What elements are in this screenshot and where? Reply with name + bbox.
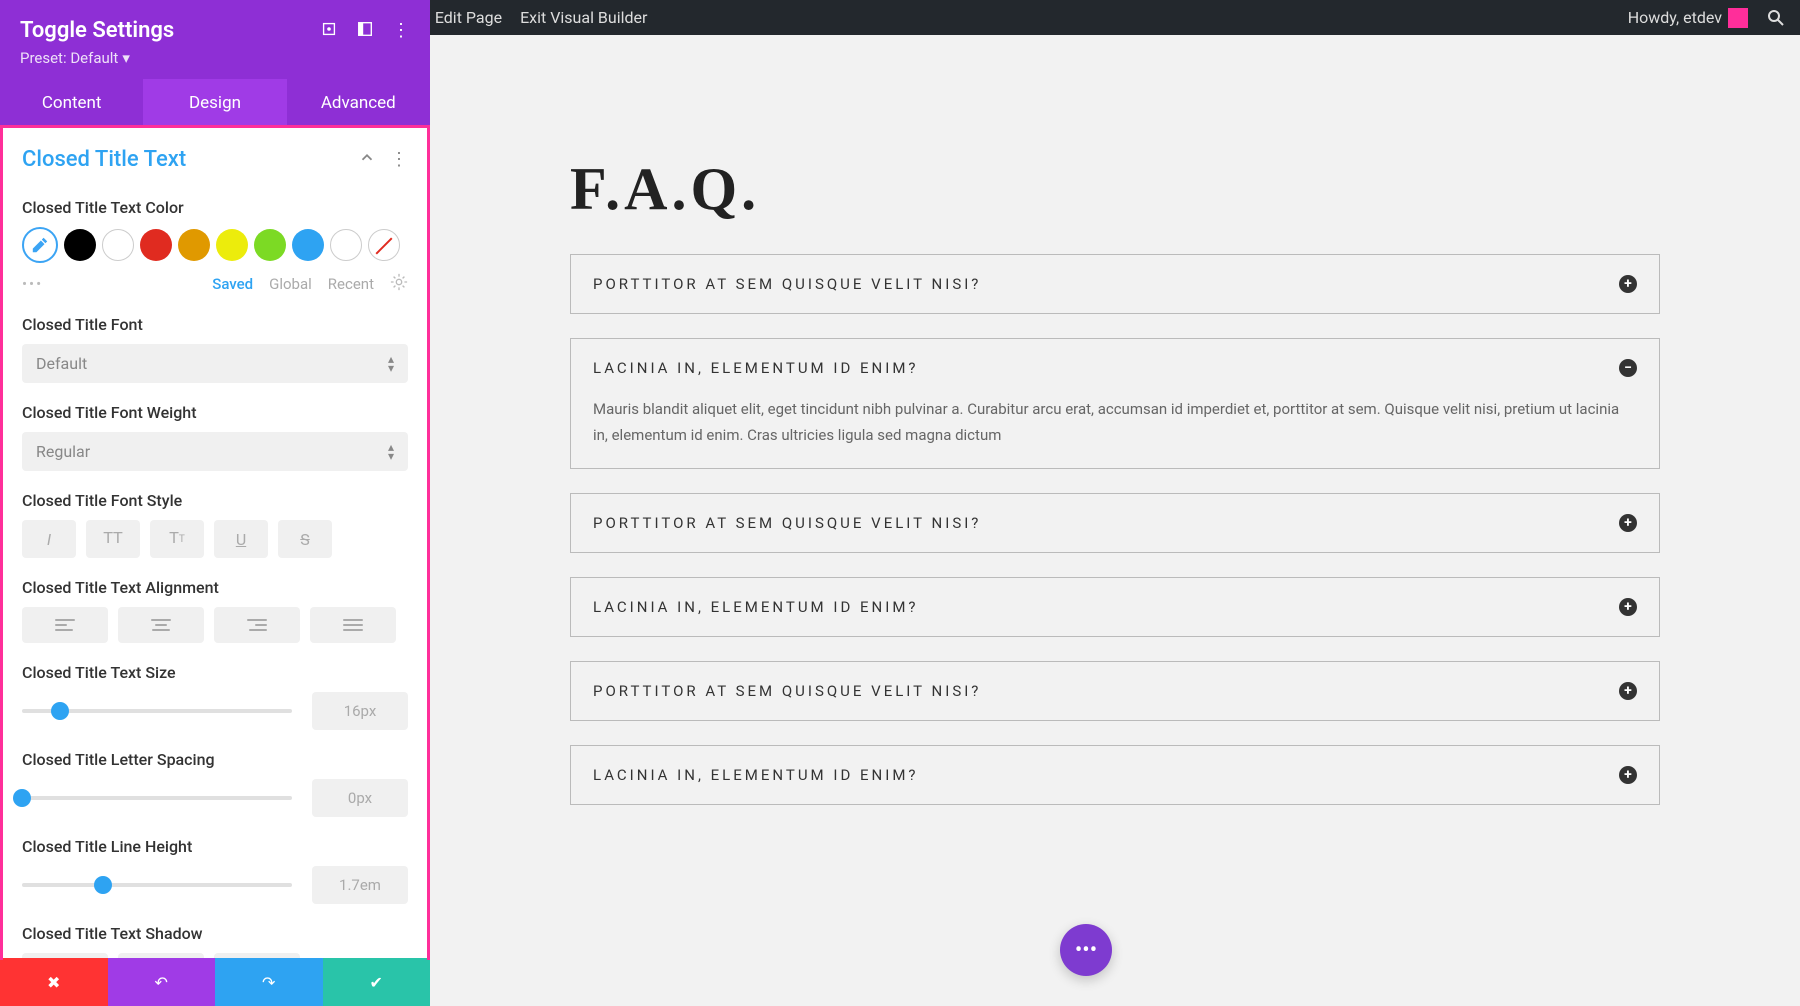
faq-item[interactable]: LACINIA IN, ELEMENTUM ID ENIM? − Mauris b… bbox=[570, 338, 1660, 469]
palette-settings-icon[interactable] bbox=[390, 273, 408, 295]
exit-builder-link[interactable]: Exit Visual Builder bbox=[520, 8, 647, 27]
font-select[interactable]: Default ▴▾ bbox=[22, 344, 408, 383]
palette-tab-global[interactable]: Global bbox=[269, 275, 312, 293]
collapse-icon[interactable] bbox=[358, 149, 376, 171]
align-right-button[interactable] bbox=[214, 607, 300, 643]
font-label: Closed Title Font bbox=[22, 315, 408, 334]
align-left-button[interactable] bbox=[22, 607, 108, 643]
style-smallcaps-button[interactable]: TT bbox=[150, 520, 204, 558]
cancel-button[interactable]: ✖ bbox=[0, 958, 108, 1006]
color-swatch-yellow[interactable] bbox=[216, 229, 248, 261]
faq-item[interactable]: PORTTITOR AT SEM QUISQUE VELIT NISI? + bbox=[570, 493, 1660, 553]
palette-tab-recent[interactable]: Recent bbox=[328, 275, 374, 293]
save-button[interactable]: ✔ bbox=[323, 958, 431, 1006]
style-underline-button[interactable]: U bbox=[214, 520, 268, 558]
section-title[interactable]: Closed Title Text bbox=[22, 147, 186, 172]
color-swatch-orange[interactable] bbox=[178, 229, 210, 261]
more-swatches-icon[interactable]: ••• bbox=[22, 275, 43, 293]
faq-question: LACINIA IN, ELEMENTUM ID ENIM? bbox=[593, 766, 919, 784]
faq-item[interactable]: PORTTITOR AT SEM QUISQUE VELIT NISI? + bbox=[570, 254, 1660, 314]
tab-advanced[interactable]: Advanced bbox=[287, 79, 430, 127]
size-label: Closed Title Text Size bbox=[22, 663, 408, 682]
faq-item[interactable]: LACINIA IN, ELEMENTUM ID ENIM? + bbox=[570, 745, 1660, 805]
preset-selector[interactable]: Preset: Default▾ bbox=[20, 49, 410, 67]
size-value[interactable]: 16px bbox=[312, 692, 408, 730]
spacing-label: Closed Title Letter Spacing bbox=[22, 750, 408, 769]
weight-label: Closed Title Font Weight bbox=[22, 403, 408, 422]
faq-question: PORTTITOR AT SEM QUISQUE VELIT NISI? bbox=[593, 275, 981, 293]
panel-header: Toggle Settings ⋮ Preset: Default▾ bbox=[0, 0, 430, 79]
search-icon[interactable] bbox=[1766, 8, 1786, 28]
style-strikethrough-button[interactable]: S bbox=[278, 520, 332, 558]
color-swatch-black[interactable] bbox=[64, 229, 96, 261]
section-more-icon[interactable]: ⋮ bbox=[390, 149, 408, 171]
howdy-link[interactable]: Howdy, etdev bbox=[1628, 8, 1748, 28]
redo-button[interactable]: ↷ bbox=[215, 958, 323, 1006]
faq-question: LACINIA IN, ELEMENTUM ID ENIM? bbox=[593, 598, 919, 616]
spacing-value[interactable]: 0px bbox=[312, 779, 408, 817]
lineheight-slider[interactable] bbox=[22, 883, 292, 887]
faq-heading: F.A.Q. bbox=[570, 155, 1660, 224]
color-swatch-blue[interactable] bbox=[292, 229, 324, 261]
plus-icon: + bbox=[1619, 514, 1637, 532]
panel-title: Toggle Settings bbox=[20, 18, 174, 43]
faq-question: PORTTITOR AT SEM QUISQUE VELIT NISI? bbox=[593, 514, 981, 532]
size-slider[interactable] bbox=[22, 709, 292, 713]
color-swatch-white[interactable] bbox=[102, 229, 134, 261]
style-label: Closed Title Font Style bbox=[22, 491, 408, 510]
settings-panel: Toggle Settings ⋮ Preset: Default▾ Conte… bbox=[0, 0, 430, 1006]
color-swatch-red[interactable] bbox=[140, 229, 172, 261]
color-label: Closed Title Text Color bbox=[22, 198, 408, 217]
eyedropper-button[interactable] bbox=[22, 227, 58, 263]
plus-icon: + bbox=[1619, 598, 1637, 616]
panel-body: Closed Title Text ⋮ Closed Title Text Co… bbox=[0, 127, 430, 958]
style-italic-button[interactable]: I bbox=[22, 520, 76, 558]
user-avatar-icon bbox=[1728, 8, 1748, 28]
color-swatch-green[interactable] bbox=[254, 229, 286, 261]
tab-design[interactable]: Design bbox=[143, 79, 286, 127]
align-label: Closed Title Text Alignment bbox=[22, 578, 408, 597]
tab-content[interactable]: Content bbox=[0, 79, 143, 127]
align-justify-button[interactable] bbox=[310, 607, 396, 643]
minus-icon: − bbox=[1619, 359, 1637, 377]
lineheight-value[interactable]: 1.7em bbox=[312, 866, 408, 904]
plus-icon: + bbox=[1619, 275, 1637, 293]
faq-item[interactable]: LACINIA IN, ELEMENTUM ID ENIM? + bbox=[570, 577, 1660, 637]
color-swatch-empty[interactable] bbox=[330, 229, 362, 261]
undo-button[interactable]: ↶ bbox=[108, 958, 216, 1006]
preview-area: F.A.Q. PORTTITOR AT SEM QUISQUE VELIT NI… bbox=[430, 35, 1800, 1006]
plus-icon: + bbox=[1619, 766, 1637, 784]
spacing-slider[interactable] bbox=[22, 796, 292, 800]
weight-select[interactable]: Regular ▴▾ bbox=[22, 432, 408, 471]
color-swatch-none[interactable] bbox=[368, 229, 400, 261]
lineheight-label: Closed Title Line Height bbox=[22, 837, 408, 856]
more-icon[interactable]: ⋮ bbox=[392, 20, 410, 42]
dock-icon[interactable] bbox=[356, 20, 374, 42]
style-uppercase-button[interactable]: TT bbox=[86, 520, 140, 558]
detach-icon[interactable] bbox=[320, 20, 338, 42]
faq-item[interactable]: PORTTITOR AT SEM QUISQUE VELIT NISI? + bbox=[570, 661, 1660, 721]
panel-tabs: Content Design Advanced bbox=[0, 79, 430, 127]
faq-question: PORTTITOR AT SEM QUISQUE VELIT NISI? bbox=[593, 682, 981, 700]
shadow-label: Closed Title Text Shadow bbox=[22, 924, 408, 943]
builder-fab[interactable]: ••• bbox=[1060, 924, 1112, 976]
align-center-button[interactable] bbox=[118, 607, 204, 643]
palette-tab-saved[interactable]: Saved bbox=[212, 275, 253, 293]
panel-actions: ✖ ↶ ↷ ✔ bbox=[0, 958, 430, 1006]
faq-question: LACINIA IN, ELEMENTUM ID ENIM? bbox=[593, 359, 919, 377]
plus-icon: + bbox=[1619, 682, 1637, 700]
faq-answer: Mauris blandit aliquet elit, eget tincid… bbox=[571, 397, 1659, 468]
